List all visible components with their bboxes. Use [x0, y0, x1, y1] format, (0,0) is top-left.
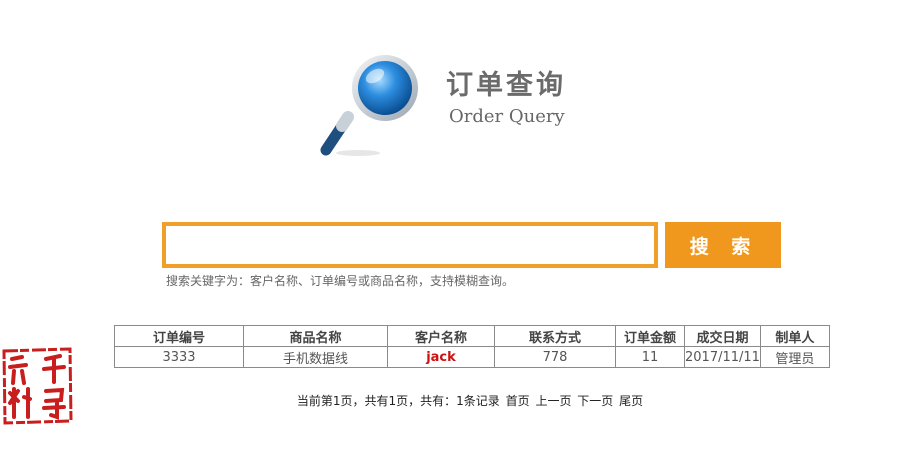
first-page-link[interactable]: 首页 — [506, 394, 530, 408]
magnifier-icon — [320, 55, 418, 156]
cell-customer-name: jack — [387, 346, 495, 368]
column-header: 订单编号 — [114, 325, 244, 347]
cell-contact: 778 — [494, 346, 616, 368]
column-header: 订单金额 — [615, 325, 685, 347]
watermark-seal — [2, 347, 73, 425]
cell-amount: 11 — [615, 346, 685, 368]
search-button[interactable]: 搜 索 — [665, 222, 781, 268]
page-title: 订单查询 — [446, 70, 566, 101]
column-header: 制单人 — [759, 325, 830, 347]
column-header: 客户名称 — [387, 325, 495, 347]
app-logo: 订单查询 Order Query — [318, 50, 598, 160]
pagination: 当前第1页，共有1页，共有：1条记录 首页 上一页 下一页 尾页 — [0, 392, 900, 409]
cell-creator: 管理员 — [759, 346, 830, 368]
orders-table: 订单编号 商品名称 客户名称 联系方式 订单金额 成交日期 制单人 3333 手… — [114, 325, 830, 368]
cell-date: 2017/11/11 — [684, 346, 761, 368]
last-page-link[interactable]: 尾页 — [619, 394, 643, 408]
column-header: 成交日期 — [684, 325, 761, 347]
cell-product-name: 手机数据线 — [243, 346, 388, 368]
column-header: 商品名称 — [243, 325, 388, 347]
pagination-summary: 当前第1页，共有1页，共有：1条记录 — [296, 394, 500, 408]
prev-page-link[interactable]: 上一页 — [535, 394, 571, 408]
column-header: 联系方式 — [494, 325, 616, 347]
next-page-link[interactable]: 下一页 — [577, 394, 613, 408]
page-subtitle: Order Query — [449, 106, 565, 127]
table-header-row: 订单编号 商品名称 客户名称 联系方式 订单金额 成交日期 制单人 — [114, 325, 830, 347]
table-row: 3333 手机数据线 jack 778 11 2017/11/11 管理员 — [114, 346, 830, 368]
search-input[interactable] — [162, 222, 658, 268]
search-hint: 搜索关键字为：客户名称、订单编号或商品名称，支持模糊查询。 — [166, 274, 515, 288]
cell-order-number: 3333 — [114, 346, 244, 368]
